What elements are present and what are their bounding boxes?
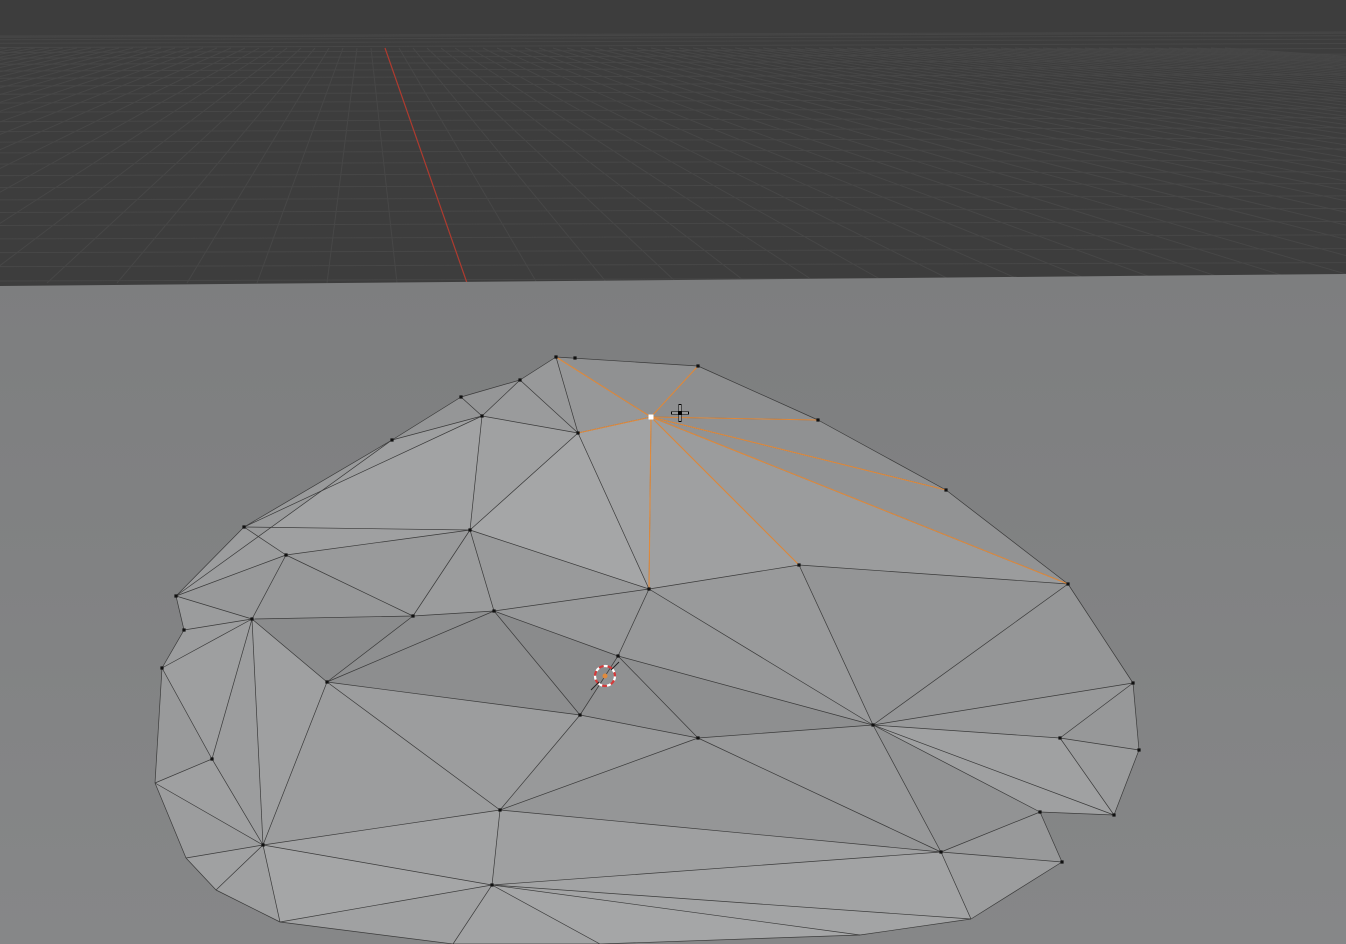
mesh-vertex[interactable] [261, 843, 265, 847]
mesh-vertex[interactable] [490, 883, 494, 887]
mesh-vertex[interactable] [576, 431, 580, 435]
mesh-vertex[interactable] [160, 666, 164, 670]
mesh-vertex[interactable] [1131, 681, 1135, 685]
mesh-vertex[interactable] [390, 438, 394, 442]
mesh-vertex[interactable] [325, 680, 329, 684]
mesh-vertex[interactable] [1112, 813, 1116, 817]
mesh-vertex[interactable] [554, 355, 558, 359]
mesh-vertex[interactable] [411, 614, 415, 618]
mesh-vertex[interactable] [573, 356, 577, 360]
mesh-vertex[interactable] [647, 587, 651, 591]
mesh-vertex[interactable] [1137, 748, 1141, 752]
mesh-vertex[interactable] [1038, 810, 1042, 814]
mesh-vertex[interactable] [242, 525, 246, 529]
mesh-vertex[interactable] [939, 850, 943, 854]
mesh-vertex[interactable] [492, 609, 496, 613]
mesh-vertex[interactable] [284, 553, 288, 557]
mesh-vertex[interactable] [696, 364, 700, 368]
mesh-vertex[interactable] [944, 488, 948, 492]
mesh-vertex[interactable] [498, 808, 502, 812]
3d-viewport[interactable] [0, 0, 1346, 944]
mesh-vertex[interactable] [210, 757, 214, 761]
mesh-vertex[interactable] [816, 418, 820, 422]
mesh-vertex[interactable] [174, 594, 178, 598]
mesh-vertex[interactable] [459, 395, 463, 399]
mesh-vertex[interactable] [797, 563, 801, 567]
mesh-vertex[interactable] [250, 617, 254, 621]
mesh-vertex[interactable] [1060, 860, 1064, 864]
selected-vertex[interactable] [648, 414, 654, 420]
mesh-vertex[interactable] [1066, 582, 1070, 586]
mesh-vertex[interactable] [871, 723, 875, 727]
mesh-vertex[interactable] [616, 654, 620, 658]
mesh-vertex[interactable] [468, 528, 472, 532]
mesh-vertex[interactable] [696, 736, 700, 740]
mesh-vertex[interactable] [578, 713, 582, 717]
viewport-background [0, 0, 1346, 290]
mesh-vertex[interactable] [518, 378, 522, 382]
mesh-vertex[interactable] [480, 414, 484, 418]
mesh-vertex[interactable] [182, 628, 186, 632]
mesh-vertex[interactable] [1058, 736, 1062, 740]
